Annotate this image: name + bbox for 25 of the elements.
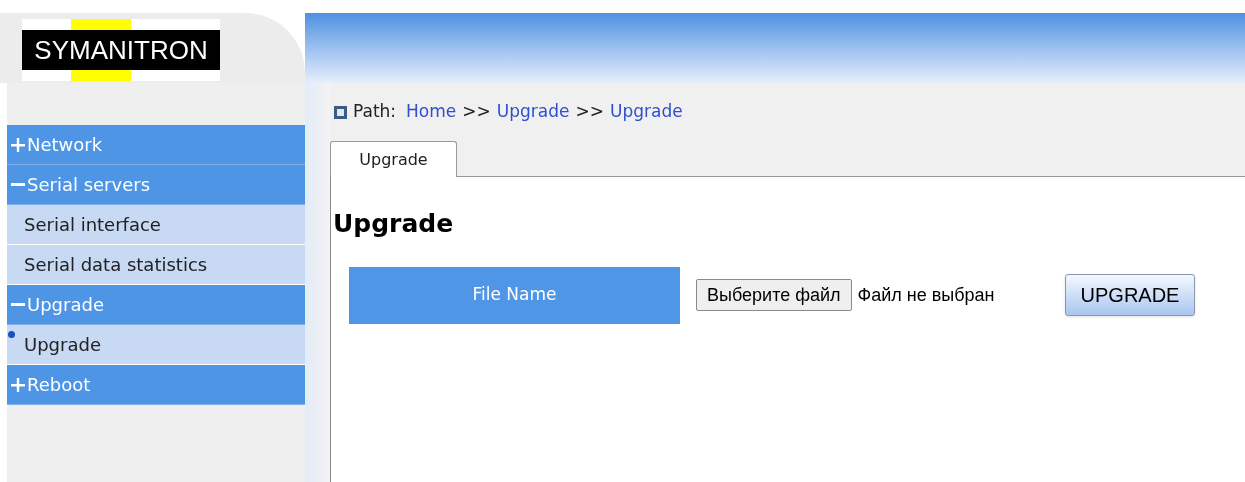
file-status-text: Файл не выбран (857, 283, 995, 307)
path-icon (334, 105, 347, 119)
page-heading: Upgrade (333, 208, 455, 240)
menu-group[interactable]: Reboot (7, 365, 305, 405)
choose-file-button[interactable]: Выберите файл (696, 279, 852, 311)
menu-group[interactable]: Serial servers (7, 165, 305, 205)
breadcrumb-link[interactable]: Upgrade (609, 99, 683, 125)
logo: SYMANITRON (22, 30, 220, 70)
menu-item[interactable]: Upgrade (7, 325, 305, 365)
upgrade-button[interactable]: UPGRADE (1064, 274, 1196, 316)
path-separator: >> (462, 100, 491, 124)
menu-group[interactable]: Network (7, 125, 305, 165)
breadcrumb-link[interactable]: Home (406, 99, 457, 125)
minus-icon (11, 183, 25, 186)
tab[interactable]: Upgrade (330, 141, 457, 177)
menu-item[interactable]: Serial data statistics (7, 245, 305, 285)
menu-group[interactable]: Upgrade (7, 285, 305, 325)
breadcrumb-link[interactable]: Upgrade (496, 99, 570, 125)
menu-item[interactable]: Serial interface (7, 205, 305, 245)
path-separator: >> (575, 100, 604, 124)
plus-icon (11, 137, 25, 152)
minus-icon (11, 303, 25, 306)
field-label: File Name (349, 266, 680, 324)
plus-icon (11, 377, 25, 392)
path-label: Path: (353, 100, 397, 124)
